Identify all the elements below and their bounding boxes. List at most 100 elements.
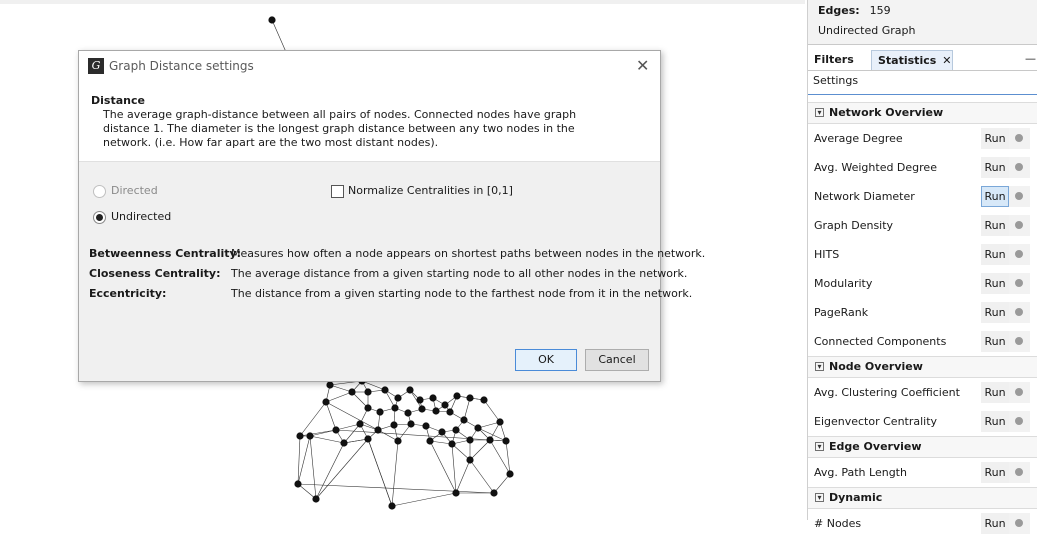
graph-node[interactable] bbox=[432, 407, 440, 415]
graph-node[interactable] bbox=[364, 388, 372, 396]
statistics-list: ▾ Network Overview Average Degree Run Avg. W… bbox=[808, 102, 1037, 538]
graph-node[interactable] bbox=[452, 489, 460, 497]
graph-node[interactable] bbox=[390, 421, 398, 429]
graph-edge bbox=[335, 423, 361, 431]
run-button[interactable]: Run bbox=[981, 273, 1009, 294]
undirected-radio[interactable]: Undirected bbox=[93, 210, 171, 224]
edges-label: Edges: bbox=[818, 4, 860, 17]
directed-radio[interactable]: Directed bbox=[93, 184, 158, 198]
graph-type: Undirected Graph bbox=[818, 24, 916, 37]
graph-node[interactable] bbox=[453, 392, 461, 400]
graph-node[interactable] bbox=[407, 420, 415, 428]
section-header[interactable]: ▾ Edge Overview bbox=[808, 436, 1037, 458]
radio-icon bbox=[93, 184, 106, 198]
tab-statistics[interactable]: Statistics ✕ bbox=[871, 50, 953, 70]
graph-node[interactable] bbox=[394, 394, 402, 402]
graph-node[interactable] bbox=[332, 426, 340, 434]
run-button[interactable]: Run bbox=[981, 186, 1009, 207]
graph-node[interactable] bbox=[356, 420, 364, 428]
settings-label[interactable]: Settings bbox=[813, 74, 858, 87]
graph-node[interactable] bbox=[388, 502, 396, 510]
graph-node[interactable] bbox=[426, 437, 434, 445]
collapse-icon[interactable]: ▾ bbox=[815, 108, 824, 117]
status-dot-icon bbox=[1015, 163, 1023, 171]
minimize-icon[interactable]: — bbox=[1025, 52, 1036, 65]
graph-node[interactable] bbox=[418, 405, 426, 413]
graph-node[interactable] bbox=[441, 401, 449, 409]
graph-node[interactable] bbox=[490, 489, 498, 497]
graph-node[interactable] bbox=[474, 424, 482, 432]
graph-edge bbox=[469, 459, 495, 494]
stat-row: Avg. Weighted Degree Run bbox=[808, 153, 1037, 182]
graph-node[interactable] bbox=[268, 16, 276, 24]
graph-node[interactable] bbox=[446, 408, 454, 416]
graph-node[interactable] bbox=[452, 426, 460, 434]
cancel-button[interactable]: Cancel bbox=[585, 349, 649, 371]
graph-node[interactable] bbox=[381, 386, 389, 394]
tab-filters[interactable]: Filters bbox=[808, 50, 873, 69]
graph-node[interactable] bbox=[448, 440, 456, 448]
graph-node[interactable] bbox=[340, 439, 348, 447]
graph-node[interactable] bbox=[348, 388, 356, 396]
collapse-icon[interactable]: ▾ bbox=[815, 493, 824, 502]
graph-node[interactable] bbox=[466, 436, 474, 444]
graph-node[interactable] bbox=[312, 495, 320, 503]
section-header[interactable]: ▾ Dynamic bbox=[808, 487, 1037, 509]
section-header[interactable]: ▾ Network Overview bbox=[808, 102, 1037, 124]
graph-node[interactable] bbox=[429, 394, 437, 402]
run-button[interactable]: Run bbox=[981, 331, 1009, 352]
status-dot-icon bbox=[1015, 134, 1023, 142]
run-button[interactable]: Run bbox=[981, 513, 1009, 534]
graph-node[interactable] bbox=[394, 437, 402, 445]
graph-node[interactable] bbox=[306, 432, 314, 440]
graph-node[interactable] bbox=[391, 404, 399, 412]
section-title: Node Overview bbox=[829, 360, 923, 373]
graph-node[interactable] bbox=[326, 381, 334, 389]
graph-node[interactable] bbox=[376, 408, 384, 416]
graph-node[interactable] bbox=[364, 404, 372, 412]
graph-node[interactable] bbox=[502, 437, 510, 445]
graph-node[interactable] bbox=[486, 436, 494, 444]
stat-row: Eigenvector Centrality Run bbox=[808, 407, 1037, 436]
description-panel: Distance The average graph-distance betw… bbox=[79, 81, 660, 162]
graph-node[interactable] bbox=[438, 428, 446, 436]
stat-label: Avg. Path Length bbox=[814, 466, 907, 479]
graph-edge bbox=[271, 19, 287, 53]
section-header[interactable]: ▾ Node Overview bbox=[808, 356, 1037, 378]
run-button[interactable]: Run bbox=[981, 215, 1009, 236]
normalize-checkbox[interactable]: Normalize Centralities in [0,1] bbox=[331, 184, 513, 198]
graph-node[interactable] bbox=[406, 386, 414, 394]
collapse-icon[interactable]: ▾ bbox=[815, 442, 824, 451]
graph-node[interactable] bbox=[322, 398, 330, 406]
run-button[interactable]: Run bbox=[981, 128, 1009, 149]
stat-label: # Nodes bbox=[814, 517, 862, 530]
dialog-titlebar[interactable]: G Graph Distance settings ✕ bbox=[79, 51, 660, 81]
run-button[interactable]: Run bbox=[981, 382, 1009, 403]
close-icon[interactable]: ✕ bbox=[636, 56, 649, 75]
dialog-title: Graph Distance settings bbox=[109, 59, 254, 73]
graph-node[interactable] bbox=[480, 396, 488, 404]
run-button[interactable]: Run bbox=[981, 244, 1009, 265]
ok-button[interactable]: OK bbox=[515, 349, 577, 371]
graph-node[interactable] bbox=[422, 422, 430, 430]
run-button[interactable]: Run bbox=[981, 157, 1009, 178]
run-button[interactable]: Run bbox=[981, 302, 1009, 323]
graph-node[interactable] bbox=[466, 394, 474, 402]
close-icon[interactable]: ✕ bbox=[942, 54, 951, 67]
tab-filters-label: Filters bbox=[814, 53, 854, 66]
graph-node[interactable] bbox=[374, 426, 382, 434]
graph-node[interactable] bbox=[296, 432, 304, 440]
graph-node[interactable] bbox=[364, 435, 372, 443]
undirected-label: Undirected bbox=[111, 210, 172, 223]
graph-node[interactable] bbox=[294, 480, 302, 488]
run-button[interactable]: Run bbox=[981, 462, 1009, 483]
graph-node[interactable] bbox=[404, 409, 412, 417]
graph-node[interactable] bbox=[466, 456, 474, 464]
graph-node[interactable] bbox=[496, 418, 504, 426]
radio-checked-icon bbox=[93, 210, 106, 224]
graph-node[interactable] bbox=[416, 396, 424, 404]
graph-node[interactable] bbox=[460, 416, 468, 424]
run-button[interactable]: Run bbox=[981, 411, 1009, 432]
collapse-icon[interactable]: ▾ bbox=[815, 362, 824, 371]
graph-node[interactable] bbox=[506, 470, 514, 478]
